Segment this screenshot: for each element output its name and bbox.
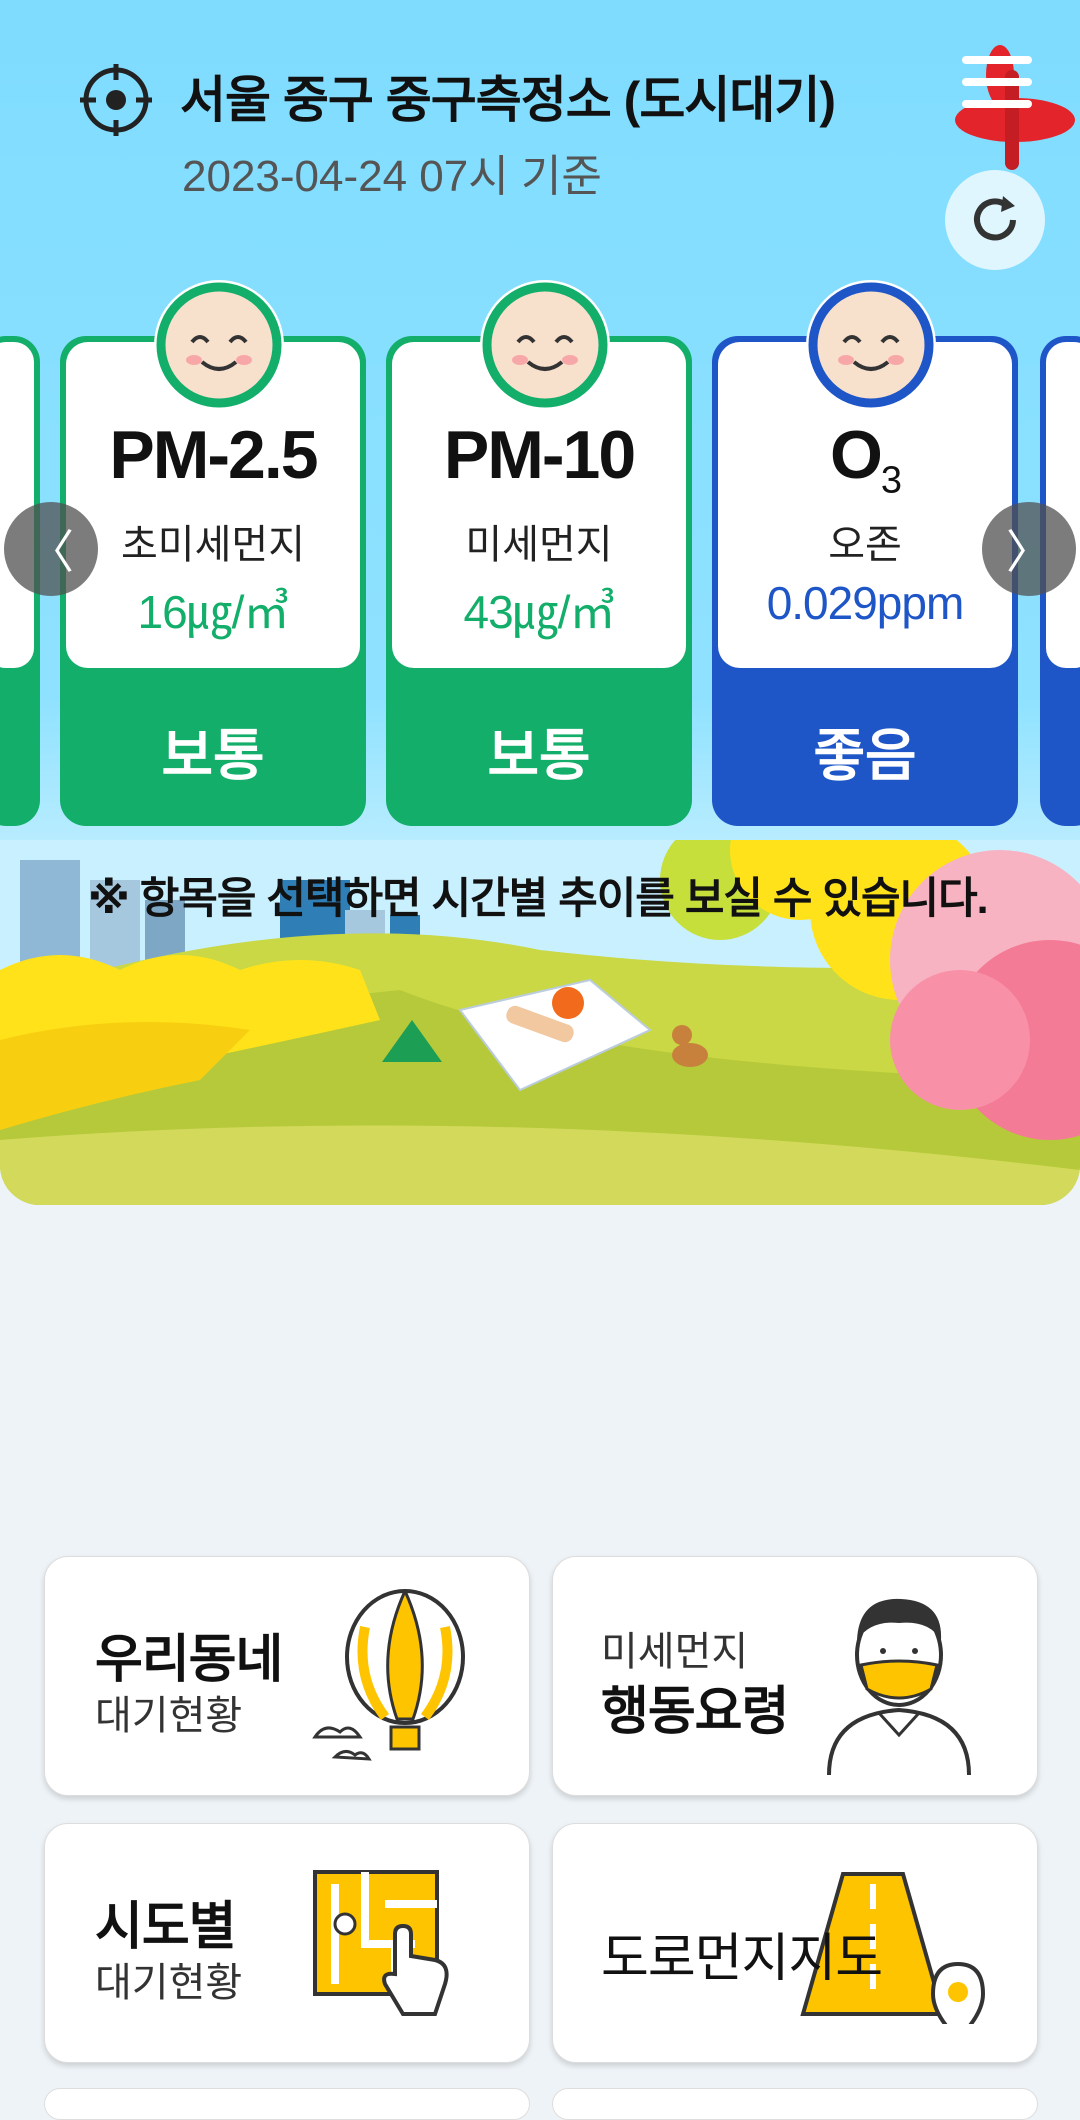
- o3-card[interactable]: O3 오존 0.029ppm 좋음: [712, 280, 1018, 826]
- notice-text: ※ 항목을 선택하면 시간별 추이를 보실 수 있습니다.: [88, 875, 989, 923]
- smiley-face-icon: [154, 280, 284, 410]
- pollutant-value: 16㎍/㎥: [137, 586, 290, 638]
- grade-label: 보통: [487, 723, 591, 787]
- neighborhood-air-tile[interactable]: 우리동네 대기현황: [44, 1556, 530, 1796]
- province-air-tile[interactable]: 시도별 대기현황: [44, 1823, 530, 2063]
- tile-subtitle: 대기현황: [95, 1961, 243, 2005]
- refresh-icon: [974, 196, 1016, 241]
- pollutant-subscript: 3: [880, 459, 902, 502]
- smiley-face-icon: [480, 280, 610, 410]
- tile-subtitle: 대기현황: [95, 1694, 243, 1738]
- pollutant-value: 43㎍/㎥: [463, 586, 616, 638]
- tile-partial[interactable]: [44, 2088, 530, 2120]
- pollutant-name: O3: [718, 416, 1012, 503]
- pollutant-korean-name: 초미세먼지: [121, 523, 305, 567]
- station-name[interactable]: 서울 중구 중구측정소 (도시대기): [180, 60, 836, 132]
- map-touch-icon: [313, 1870, 449, 2016]
- hot-air-balloon-icon: [312, 1589, 465, 1761]
- hamburger-menu-icon[interactable]: [962, 52, 1032, 112]
- pm10-card[interactable]: PM-10 미세먼지 43㎍/㎥ 보통: [386, 280, 692, 826]
- pollutant-korean-name: 오존: [828, 523, 902, 567]
- location-target-icon[interactable]: [80, 64, 152, 136]
- pollutant-symbol: O: [829, 417, 883, 493]
- masked-person-icon: [827, 1598, 971, 1775]
- tile-partial[interactable]: [552, 2088, 1038, 2120]
- tile-title: 시도별: [95, 1898, 237, 1956]
- pollutant-name: PM-2.5: [109, 417, 318, 493]
- hero-panel: 서울 중구 중구측정소 (도시대기) 2023-04-24 07시 기준 PM-…: [0, 0, 1080, 1205]
- road-dust-map-tile[interactable]: 도로먼지지도: [552, 1823, 1038, 2063]
- carousel-next-button[interactable]: 〉: [982, 502, 1076, 596]
- pollutant-korean-name: 미세먼지: [465, 523, 613, 567]
- pollutant-name: PM-10: [443, 417, 636, 493]
- smiley-face-icon: [806, 280, 936, 410]
- carousel-prev-button[interactable]: 〈: [4, 502, 98, 596]
- grade-label: 보통: [161, 723, 265, 787]
- tile-title: 행동요령: [601, 1683, 789, 1741]
- refresh-button[interactable]: [945, 170, 1045, 270]
- pollutant-value: 0.029ppm: [766, 577, 965, 629]
- pm25-card[interactable]: PM-2.5 초미세먼지 16㎍/㎥ 보통: [60, 280, 366, 826]
- grade-label: 좋음: [813, 723, 917, 787]
- tile-title: 도로먼지지도: [601, 1930, 883, 1988]
- tile-title: 우리동네: [95, 1631, 283, 1689]
- measurement-time: 2023-04-24 07시 기준: [182, 152, 602, 201]
- dust-guidelines-tile[interactable]: 미세먼지 행동요령: [552, 1556, 1038, 1796]
